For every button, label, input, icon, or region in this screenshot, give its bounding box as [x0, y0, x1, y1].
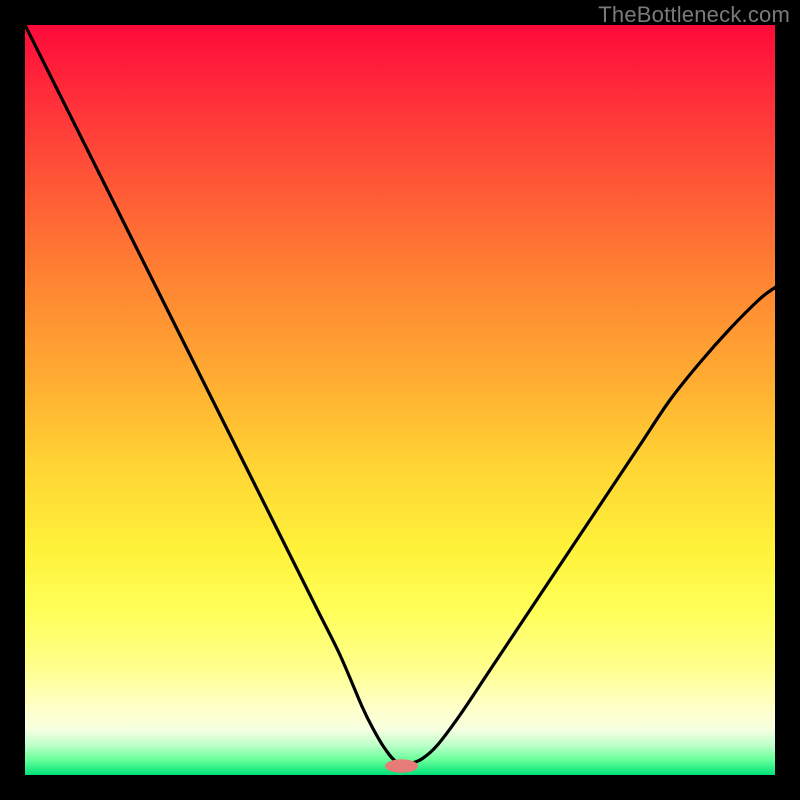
optimal-marker — [385, 759, 418, 773]
bottleneck-curve — [25, 25, 775, 763]
plot-area — [25, 25, 775, 775]
chart-frame: TheBottleneck.com — [0, 0, 800, 800]
chart-svg — [25, 25, 775, 775]
